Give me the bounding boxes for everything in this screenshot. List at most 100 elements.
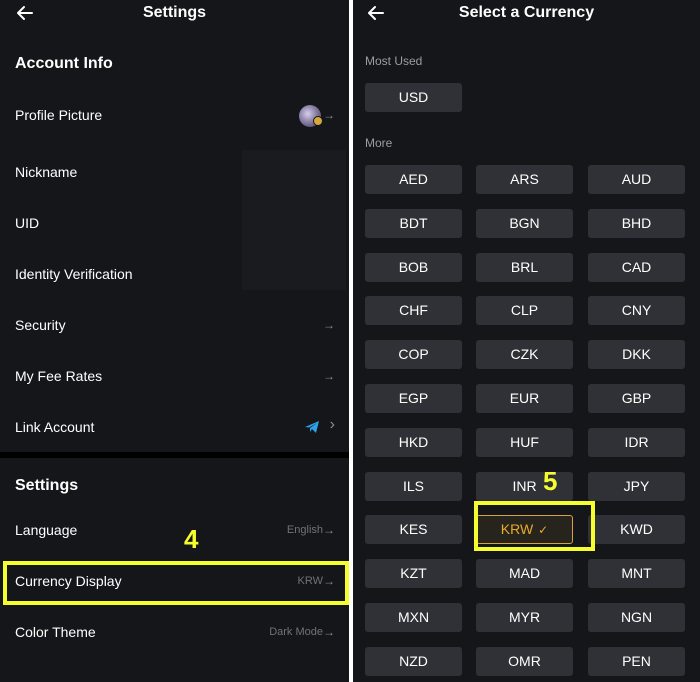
- security-row[interactable]: Security →: [0, 306, 349, 346]
- profile-picture-row[interactable]: Profile Picture →: [0, 96, 349, 136]
- currency-code: CNY: [621, 302, 652, 318]
- currency-option-egp[interactable]: EGP: [365, 384, 462, 413]
- fee-rates-label: My Fee Rates: [15, 368, 103, 384]
- currency-code: CAD: [621, 259, 652, 275]
- currency-option-bhd[interactable]: BHD: [588, 209, 685, 238]
- currency-option-omr[interactable]: OMR: [476, 647, 573, 676]
- color-theme-value: Dark Mode: [269, 626, 323, 638]
- arrow-right-icon: →: [323, 108, 335, 122]
- arrow-right-icon: →: [323, 369, 335, 383]
- currency-code: COP: [398, 346, 429, 362]
- identity-verification-label: Identity Verification: [15, 266, 133, 282]
- currency-code: ARS: [510, 171, 539, 187]
- color-theme-row[interactable]: Color Theme Dark Mode →: [0, 613, 349, 653]
- currency-option-kwd[interactable]: KWD: [588, 515, 685, 544]
- currency-code: BDT: [399, 215, 428, 231]
- currency-code: BOB: [398, 259, 429, 275]
- currency-option-cop[interactable]: COP: [365, 340, 462, 369]
- arrow-right-icon: →: [323, 523, 335, 537]
- currency-code: KES: [399, 521, 428, 537]
- currency-code: MNT: [621, 565, 652, 581]
- currency-option-myr[interactable]: MYR: [476, 603, 573, 632]
- arrow-right-icon: →: [323, 625, 335, 639]
- language-row[interactable]: Language English →: [0, 511, 349, 551]
- currency-code: OMR: [508, 653, 541, 669]
- currency-option-hkd[interactable]: HKD: [365, 428, 462, 457]
- currency-option-ils[interactable]: ILS: [365, 472, 462, 501]
- currency-option-pen[interactable]: PEN: [588, 647, 685, 676]
- redacted-area: [242, 150, 346, 290]
- currency-option-aed[interactable]: AED: [365, 165, 462, 194]
- currency-option-kzt[interactable]: KZT: [365, 559, 462, 588]
- currency-option-ngn[interactable]: NGN: [588, 603, 685, 632]
- currency-option-mxn[interactable]: MXN: [365, 603, 462, 632]
- currency-option-huf[interactable]: HUF: [476, 428, 573, 457]
- annotation-highlight-krw: [474, 501, 595, 551]
- verified-badge-icon: [313, 116, 323, 126]
- currency-option-inr[interactable]: INR: [476, 472, 573, 501]
- currency-code: KZT: [400, 565, 427, 581]
- annotation-step-5: 5: [543, 466, 558, 496]
- currency-option-mad[interactable]: MAD: [476, 559, 573, 588]
- section-divider: [0, 452, 349, 458]
- security-label: Security: [15, 317, 66, 333]
- page-title: Settings: [142, 4, 207, 21]
- currency-option-ars[interactable]: ARS: [476, 165, 573, 194]
- currency-code: IDR: [624, 434, 649, 450]
- currency-code: EUR: [509, 390, 540, 406]
- currency-code: AED: [399, 171, 428, 187]
- currency-option-bdt[interactable]: BDT: [365, 209, 462, 238]
- language-label: Language: [15, 522, 78, 538]
- currency-code: MAD: [508, 565, 541, 581]
- currency-code: CLP: [510, 302, 539, 318]
- currency-option-mnt[interactable]: MNT: [588, 559, 685, 588]
- currency-option-nzd[interactable]: NZD: [365, 647, 462, 676]
- currency-option-brl[interactable]: BRL: [476, 253, 573, 282]
- annotation-highlight-currency-display: [3, 561, 349, 605]
- uid-label: UID: [15, 215, 40, 231]
- currency-option-eur[interactable]: EUR: [476, 384, 573, 413]
- nickname-label: Nickname: [15, 164, 78, 180]
- currency-code: HKD: [398, 434, 429, 450]
- currency-code: EGP: [398, 390, 429, 406]
- currency-code: ILS: [402, 478, 424, 494]
- currency-option-aud[interactable]: AUD: [588, 165, 685, 194]
- currency-code: CHF: [399, 302, 428, 318]
- settings-header: Settings: [0, 0, 349, 26]
- currency-code: GBP: [621, 390, 652, 406]
- currency-option-jpy[interactable]: JPY: [588, 472, 685, 501]
- currency-code: CZK: [510, 346, 539, 362]
- currency-code: PEN: [622, 653, 651, 669]
- currency-code: BHD: [621, 215, 652, 231]
- currency-header: Select a Currency: [353, 0, 700, 26]
- currency-option-bgn[interactable]: BGN: [476, 209, 573, 238]
- link-account-row[interactable]: Link Account ›: [0, 408, 349, 448]
- currency-option-dkk[interactable]: DKK: [588, 340, 685, 369]
- currency-option-clp[interactable]: CLP: [476, 296, 573, 325]
- currency-option-czk[interactable]: CZK: [476, 340, 573, 369]
- settings-heading: Settings: [15, 477, 79, 494]
- profile-picture-label: Profile Picture: [15, 107, 103, 123]
- currency-screen: Select a Currency Most Used USD More AED…: [353, 0, 700, 682]
- link-account-label: Link Account: [15, 419, 95, 435]
- currency-option-chf[interactable]: CHF: [365, 296, 462, 325]
- currency-code: MXN: [397, 609, 430, 625]
- currency-code: BGN: [509, 215, 540, 231]
- currency-code: DKK: [622, 346, 651, 362]
- color-theme-label: Color Theme: [15, 624, 96, 640]
- currency-option-kes[interactable]: KES: [365, 515, 462, 544]
- fee-rates-row[interactable]: My Fee Rates →: [0, 357, 349, 397]
- currency-option-gbp[interactable]: GBP: [588, 384, 685, 413]
- currency-code: NZD: [399, 653, 428, 669]
- currency-option-idr[interactable]: IDR: [588, 428, 685, 457]
- arrow-right-icon: →: [323, 318, 335, 332]
- currency-code: MYR: [508, 609, 541, 625]
- currency-option-bob[interactable]: BOB: [365, 253, 462, 282]
- currency-option-cny[interactable]: CNY: [588, 296, 685, 325]
- telegram-icon: [305, 421, 319, 433]
- currency-option-usd[interactable]: USD: [365, 83, 462, 112]
- currency-option-cad[interactable]: CAD: [588, 253, 685, 282]
- currency-code: KWD: [620, 521, 653, 537]
- chevron-right-icon: ›: [329, 416, 335, 433]
- currency-code: INR: [512, 478, 537, 494]
